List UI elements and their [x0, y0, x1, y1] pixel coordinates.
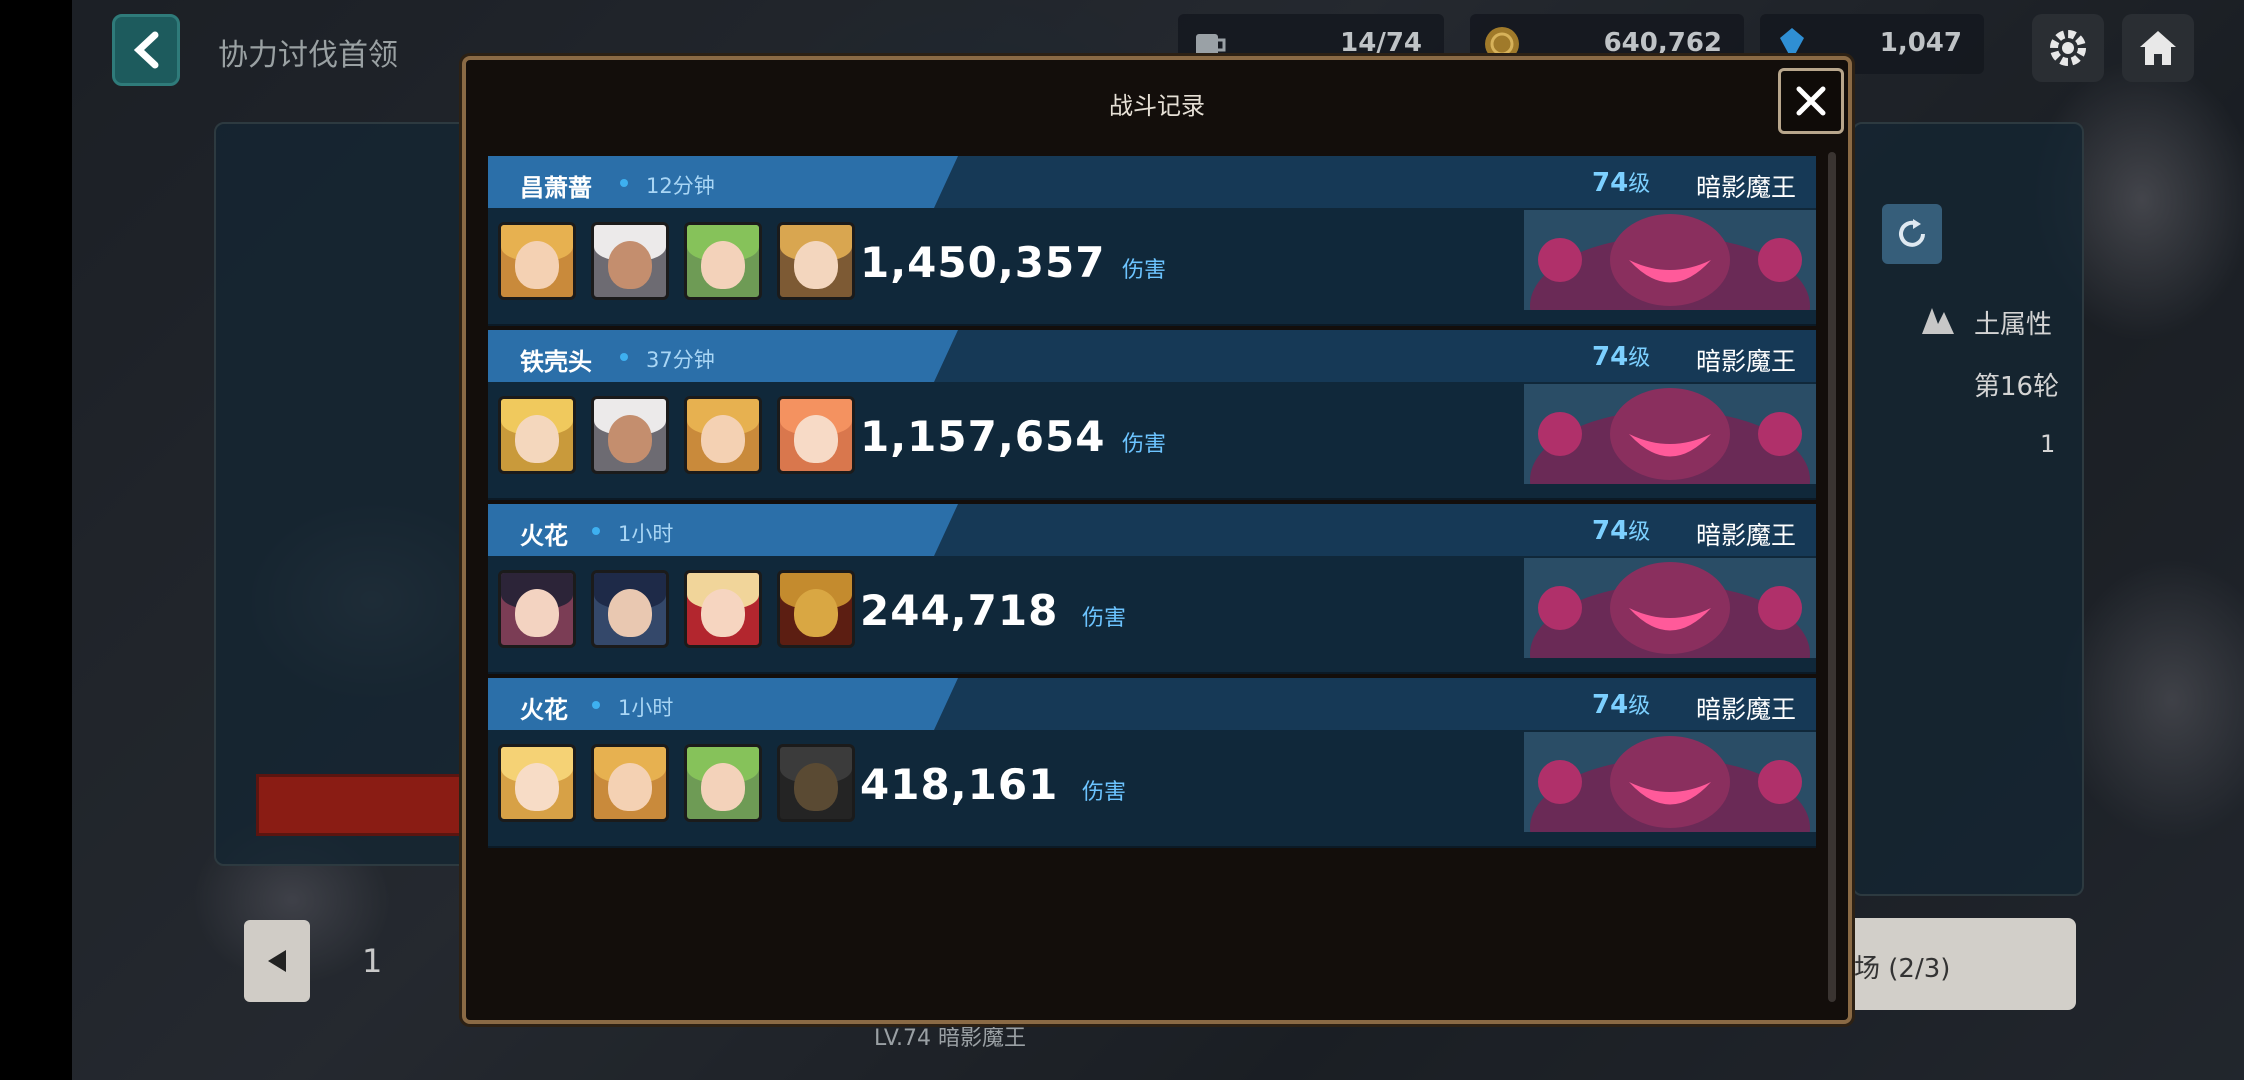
player-name: 铁壳头	[520, 348, 592, 376]
boss-level: 74级	[1592, 516, 1651, 546]
hero-portrait[interactable]	[684, 744, 762, 822]
hero-portrait[interactable]	[777, 744, 855, 822]
shadow-demon-boss-icon	[1530, 214, 1810, 310]
record-time: 12分钟	[646, 174, 715, 198]
close-button[interactable]	[1778, 68, 1844, 134]
boss-hp-bar	[256, 774, 472, 836]
record-header: 铁壳头 37分钟 74级 暗影魔王	[488, 330, 1816, 382]
record-body: 418,161 伤害	[488, 730, 1816, 848]
boss-level: 74级	[1592, 342, 1651, 372]
record-row[interactable]: 火花 1小时 74级 暗影魔王 418,161 伤害	[488, 678, 1816, 848]
record-time: 37分钟	[646, 348, 715, 372]
record-row[interactable]: 铁壳头 37分钟 74级 暗影魔王 1,157,654 伤害	[488, 330, 1816, 500]
hero-portrait[interactable]	[498, 396, 576, 474]
boss-image	[1524, 732, 1816, 832]
count-label: 1	[2040, 430, 2056, 458]
hero-portrait[interactable]	[498, 222, 576, 300]
home-icon	[2140, 31, 2176, 65]
gold-value: 640,762	[1603, 28, 1722, 58]
boss-level: 74级	[1592, 168, 1651, 198]
hero-portrait[interactable]	[684, 570, 762, 648]
shadow-demon-boss-icon	[1530, 388, 1810, 484]
stamina-value: 14/74	[1340, 28, 1422, 58]
scrollbar[interactable]	[1828, 152, 1836, 1002]
page-number: 1	[362, 942, 383, 980]
boss-name: 暗影魔王	[1695, 347, 1796, 376]
battle-record-dialog: 战斗记录 昌萧蔷 12分钟 74级 暗影魔王 1,450,357 伤害 铁壳头 …	[462, 56, 1852, 1024]
settings-button[interactable]	[2032, 14, 2104, 82]
back-button[interactable]	[112, 14, 180, 86]
hero-portrait[interactable]	[591, 744, 669, 822]
boss-portrait-panel	[214, 122, 478, 866]
damage-value: 1,450,357	[860, 238, 1106, 287]
record-time: 1小时	[618, 696, 674, 720]
damage-value: 418,161	[860, 760, 1059, 809]
prev-page-button[interactable]	[244, 920, 310, 1002]
damage-value: 1,157,654	[860, 412, 1106, 461]
hero-portrait[interactable]	[777, 222, 855, 300]
separator-dot	[620, 353, 628, 361]
player-name: 火花	[520, 696, 568, 724]
hero-portrait[interactable]	[684, 222, 762, 300]
record-row[interactable]: 火花 1小时 74级 暗影魔王 244,718 伤害	[488, 504, 1816, 674]
earth-element-icon	[1922, 308, 1954, 334]
refresh-icon	[1899, 219, 1925, 247]
record-body: 244,718 伤害	[488, 556, 1816, 674]
hero-portrait[interactable]	[777, 396, 855, 474]
record-header: 火花 1小时 74级 暗影魔王	[488, 504, 1816, 556]
record-header: 火花 1小时 74级 暗影魔王	[488, 678, 1816, 730]
separator-dot	[592, 701, 600, 709]
record-body: 1,157,654 伤害	[488, 382, 1816, 500]
record-time: 1小时	[618, 522, 674, 546]
gear-icon	[2050, 30, 2086, 66]
hero-portrait[interactable]	[777, 570, 855, 648]
close-icon	[1796, 86, 1826, 116]
enter-battle-button[interactable]: 场 (2/3)	[1840, 918, 2076, 1010]
round-label: 第16轮	[1974, 372, 2060, 402]
home-button[interactable]	[2122, 14, 2194, 82]
boss-name: 暗影魔王	[1695, 521, 1796, 550]
boss-footer-label: LV.74 暗影魔王	[874, 1026, 1027, 1051]
damage-value: 244,718	[860, 586, 1059, 635]
damage-label: 伤害	[1122, 258, 1167, 283]
hero-portrait[interactable]	[591, 570, 669, 648]
hero-portrait[interactable]	[684, 396, 762, 474]
record-row[interactable]: 昌萧蔷 12分钟 74级 暗影魔王 1,450,357 伤害	[488, 156, 1816, 326]
page-title: 协力讨伐首领	[218, 38, 398, 73]
record-body: 1,450,357 伤害	[488, 208, 1816, 326]
gem-value: 1,047	[1879, 28, 1962, 58]
player-name: 昌萧蔷	[520, 174, 592, 202]
element-label: 土属性	[1974, 310, 2053, 340]
chevron-left-icon	[133, 31, 159, 69]
shadow-demon-boss-icon	[1530, 736, 1810, 832]
refresh-button[interactable]	[1882, 204, 1942, 264]
hero-portrait[interactable]	[498, 744, 576, 822]
boss-image	[1524, 384, 1816, 484]
boss-name: 暗影魔王	[1695, 173, 1796, 202]
shadow-demon-boss-icon	[1530, 562, 1810, 658]
boss-image	[1524, 558, 1816, 658]
separator-dot	[620, 179, 628, 187]
enter-battle-label: 场 (2/3)	[1854, 954, 1951, 984]
hero-portrait[interactable]	[591, 396, 669, 474]
player-name: 火花	[520, 522, 568, 550]
damage-label: 伤害	[1122, 432, 1167, 457]
hero-portrait[interactable]	[498, 570, 576, 648]
damage-label: 伤害	[1082, 606, 1127, 631]
hero-portrait[interactable]	[591, 222, 669, 300]
boss-level: 74级	[1592, 690, 1651, 720]
boss-image	[1524, 210, 1816, 310]
record-header: 昌萧蔷 12分钟 74级 暗影魔王	[488, 156, 1816, 208]
boss-name: 暗影魔王	[1695, 695, 1796, 724]
damage-label: 伤害	[1082, 780, 1127, 805]
dialog-title: 战斗记录	[1109, 92, 1205, 120]
separator-dot	[592, 527, 600, 535]
triangle-left-icon	[268, 950, 286, 972]
